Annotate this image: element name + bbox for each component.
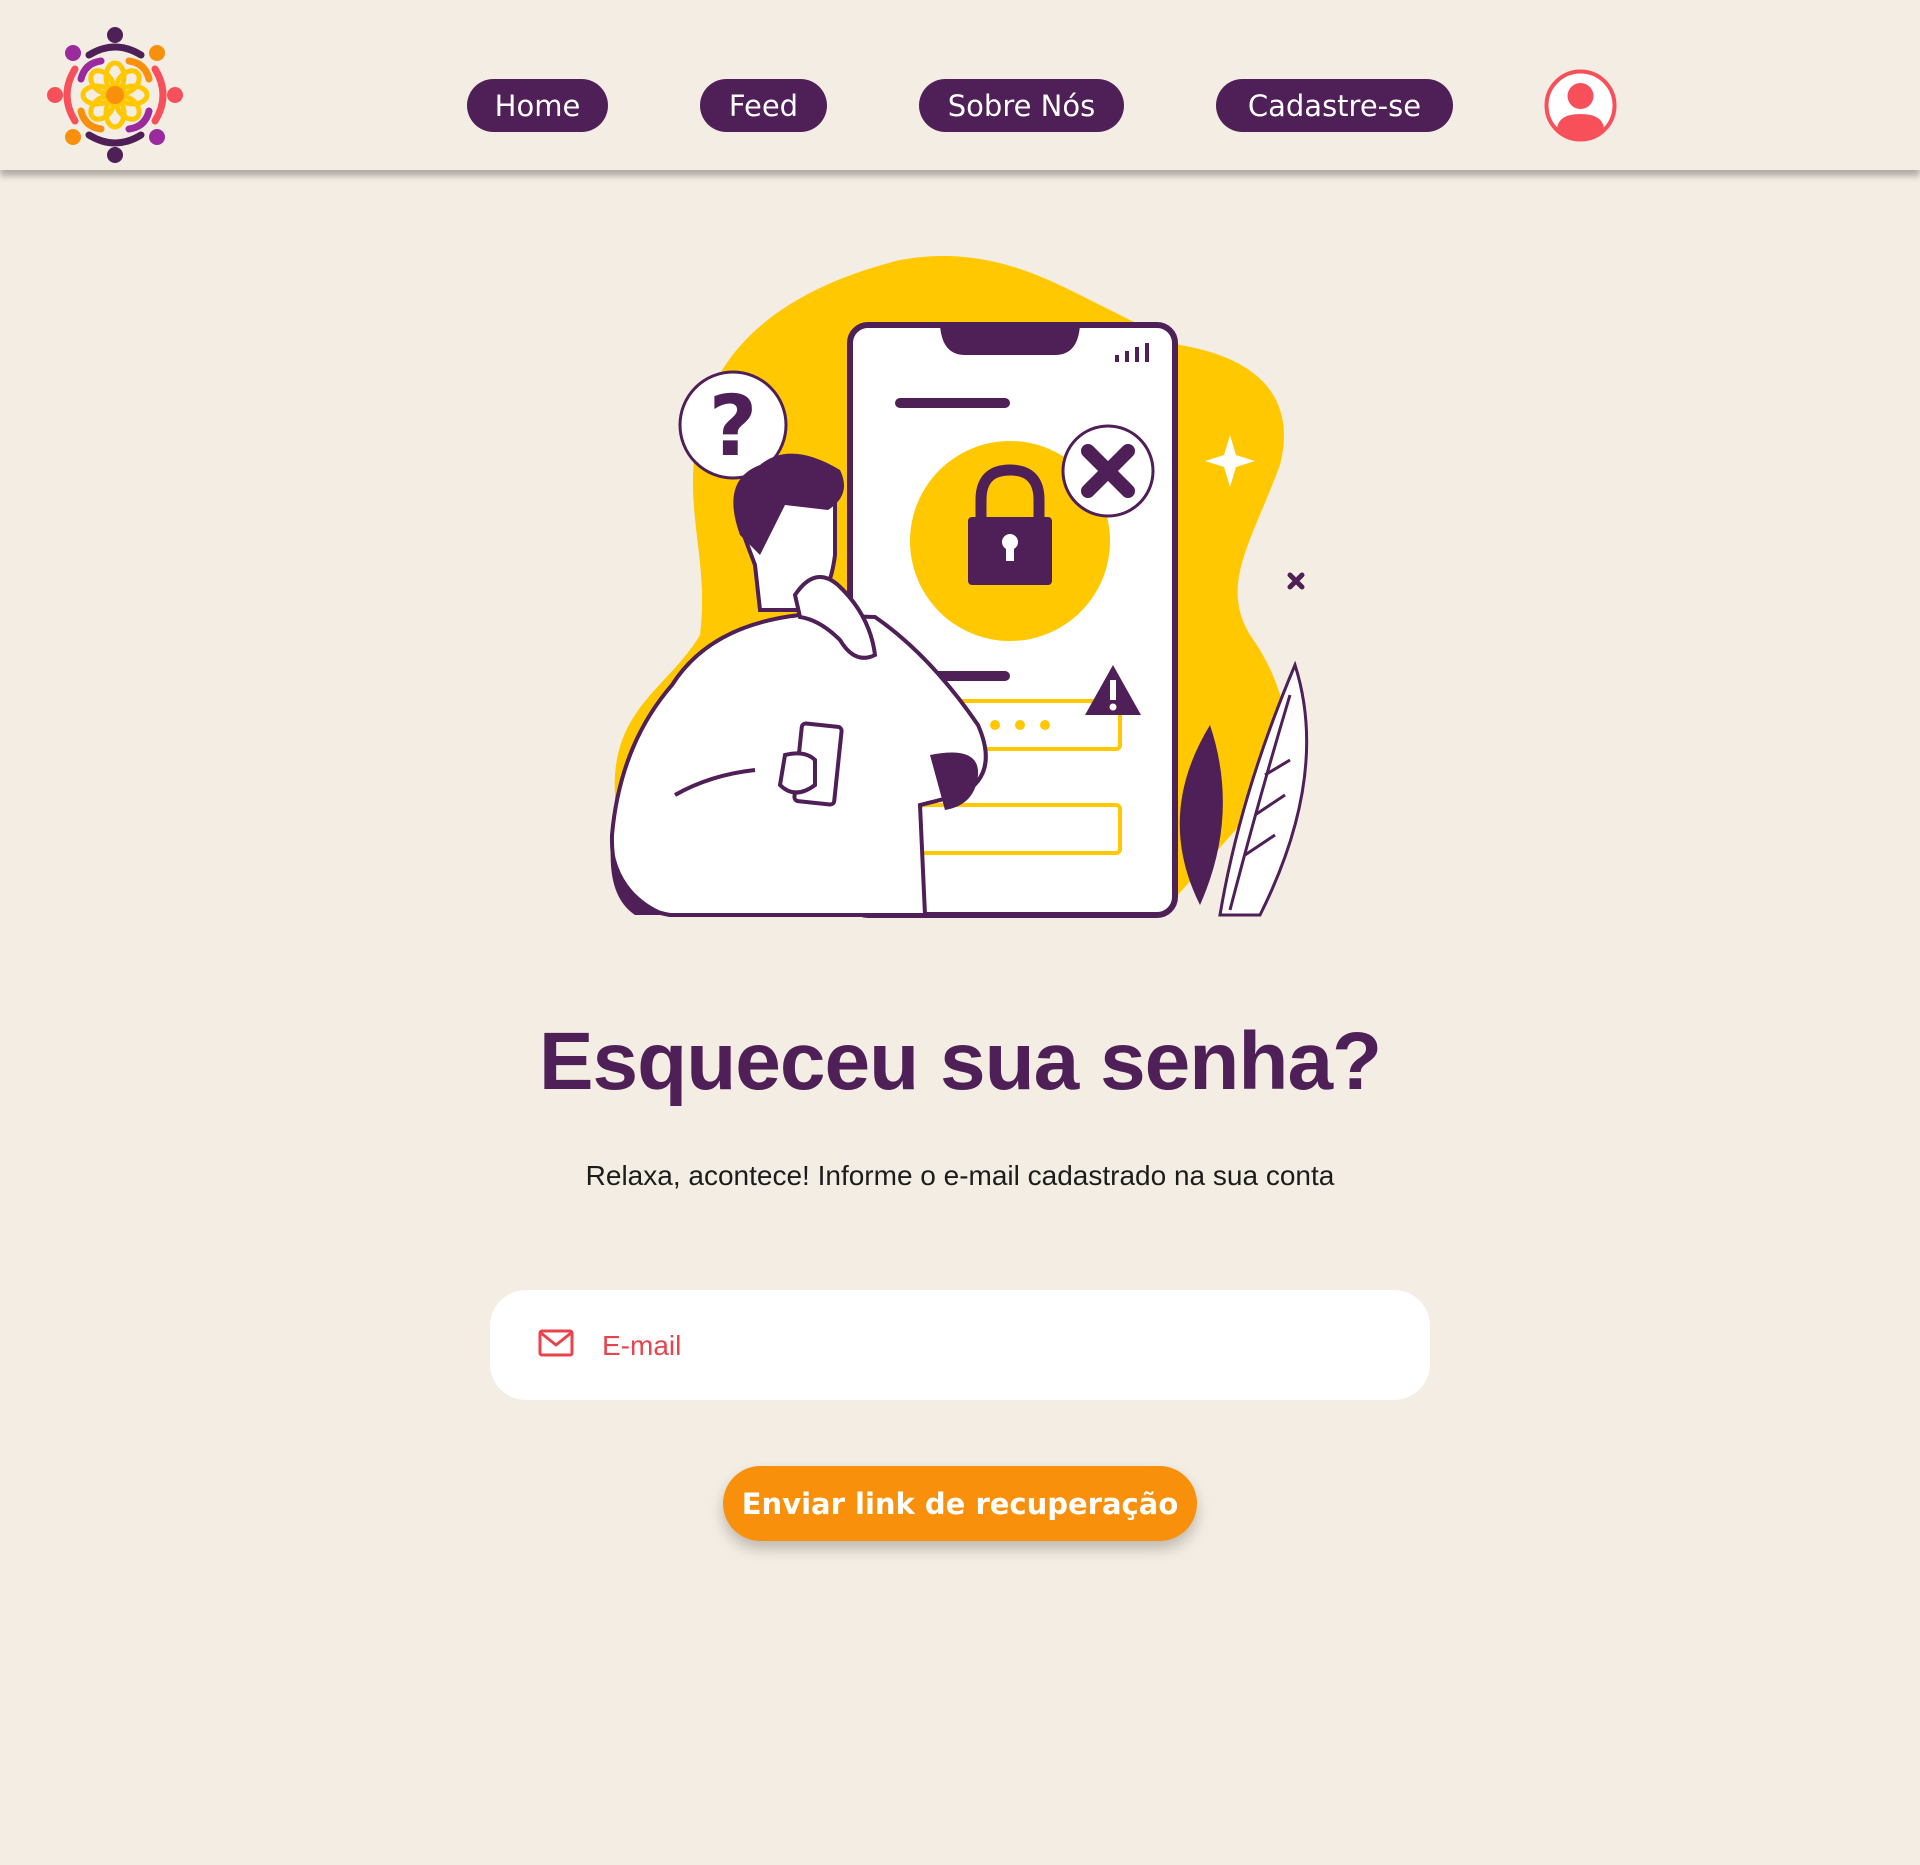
email-field-container[interactable] <box>490 1290 1430 1400</box>
user-avatar-icon[interactable] <box>1543 68 1618 143</box>
email-input[interactable] <box>600 1310 1404 1382</box>
top-navbar: Home Feed Sobre Nós Cadastre-se <box>0 0 1920 170</box>
svg-text:?: ? <box>709 377 758 475</box>
send-recovery-link-button[interactable]: Enviar link de recuperação <box>723 1466 1197 1541</box>
nav-home-button[interactable]: Home <box>467 79 608 132</box>
forgot-password-illustration: ? <box>609 255 1309 918</box>
nav-feed-button[interactable]: Feed <box>700 79 827 132</box>
page-title: Esqueceu sua senha? <box>538 1016 1382 1107</box>
logo-icon[interactable] <box>45 25 185 165</box>
nav-about-button[interactable]: Sobre Nós <box>919 79 1124 132</box>
nav-signup-button[interactable]: Cadastre-se <box>1216 79 1453 132</box>
mail-icon <box>538 1329 574 1357</box>
page-subtitle: Relaxa, acontece! Informe o e-mail cadas… <box>585 1160 1335 1191</box>
